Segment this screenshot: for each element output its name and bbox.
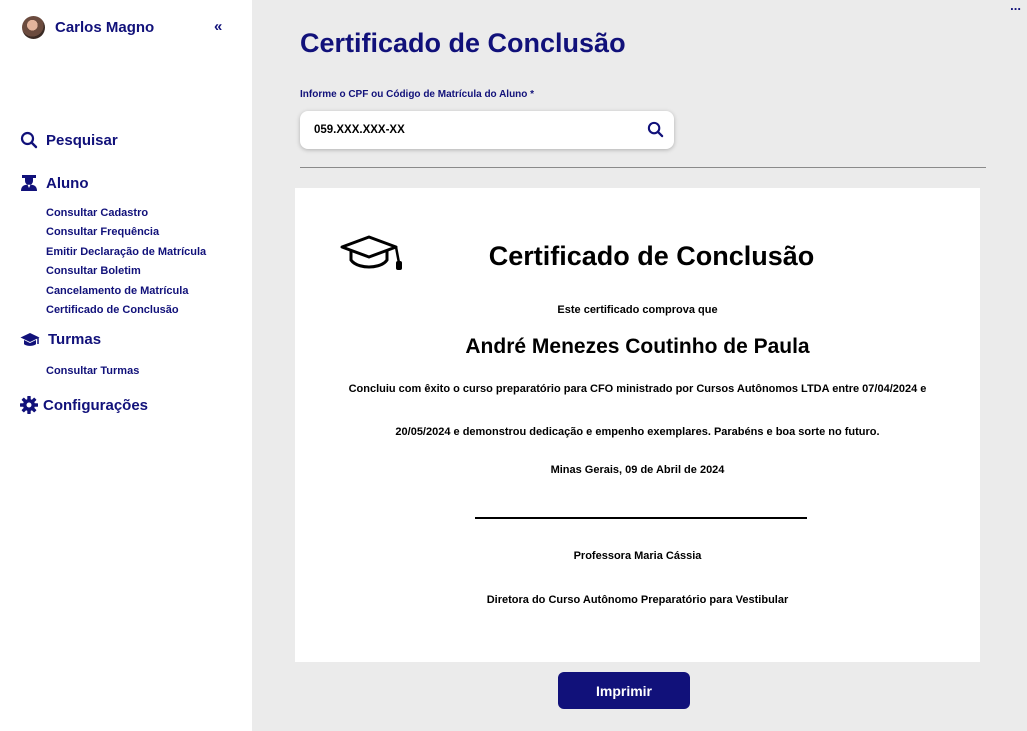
- submenu-item-cancelamento-matricula[interactable]: Cancelamento de Matrícula: [46, 282, 206, 301]
- student-icon: [21, 175, 37, 191]
- sidebar-item-label: Configurações: [43, 396, 149, 414]
- certificate-body-line-2: 20/05/2024 e demonstrou dedicação e empe…: [395, 426, 880, 438]
- user-name: Carlos Magno: [55, 19, 155, 36]
- submenu-item-consultar-turmas[interactable]: Consultar Turmas: [46, 362, 139, 381]
- certificate-body-line-1: Concluiu com êxito o curso preparatório …: [348, 383, 927, 395]
- signer-role: Diretora do Curso Autônomo Preparatório …: [486, 594, 789, 606]
- search-icon[interactable]: [647, 121, 664, 138]
- sidebar-item-label: Turmas: [48, 331, 102, 348]
- avatar: [22, 16, 45, 39]
- search-icon: [20, 131, 38, 149]
- signer-name: Professora Maria Cássia: [573, 550, 702, 562]
- aluno-submenu: Consultar Cadastro Consultar Frequência …: [46, 204, 206, 320]
- submenu-item-consultar-boletim[interactable]: Consultar Boletim: [46, 262, 206, 281]
- gear-icon: [20, 396, 38, 414]
- student-search-box: [300, 111, 674, 149]
- sidebar-item-aluno[interactable]: Aluno: [20, 174, 89, 192]
- sidebar-item-pesquisar[interactable]: Pesquisar: [20, 131, 118, 149]
- submenu-item-emitir-declaracao[interactable]: Emitir Declaração de Matrícula: [46, 243, 206, 262]
- sidebar: Carlos Magno « Pesquisar Aluno Consultar…: [0, 0, 252, 731]
- signature-line: [475, 517, 807, 519]
- graduation-cap-icon: [20, 332, 40, 346]
- submenu-item-consultar-frequencia[interactable]: Consultar Frequência: [46, 223, 206, 242]
- cpf-search-input[interactable]: [312, 120, 632, 140]
- submenu-item-certificado-conclusao[interactable]: Certificado de Conclusão: [46, 301, 206, 320]
- certificate-place-date: Minas Gerais, 09 de Abril de 2024: [550, 464, 725, 476]
- app: Carlos Magno « Pesquisar Aluno Consultar…: [0, 0, 1027, 731]
- sidebar-item-label: Aluno: [46, 174, 89, 192]
- certificate-preview: Certificado de Conclusão Este certificad…: [295, 188, 980, 662]
- certificate-title: Certificado de Conclusão: [488, 241, 815, 271]
- print-button[interactable]: Imprimir: [558, 672, 690, 709]
- certificate-intro: Este certificado comprova que: [557, 304, 718, 316]
- student-name: André Menezes Coutinho de Paula: [465, 335, 810, 358]
- sidebar-item-configuracoes[interactable]: Configurações: [20, 396, 148, 414]
- submenu-item-consultar-cadastro[interactable]: Consultar Cadastro: [46, 204, 206, 223]
- more-options-button[interactable]: ...: [1010, 0, 1021, 13]
- page-title: Certificado de Conclusão: [300, 28, 626, 58]
- collapse-sidebar-button[interactable]: «: [214, 18, 222, 35]
- turmas-submenu: Consultar Turmas: [46, 362, 139, 381]
- search-field-label: Informe o CPF ou Código de Matrícula do …: [300, 89, 535, 100]
- sidebar-item-label: Pesquisar: [46, 131, 118, 149]
- sidebar-item-turmas[interactable]: Turmas: [20, 331, 101, 348]
- user-profile[interactable]: Carlos Magno: [22, 16, 154, 39]
- divider: [300, 167, 986, 168]
